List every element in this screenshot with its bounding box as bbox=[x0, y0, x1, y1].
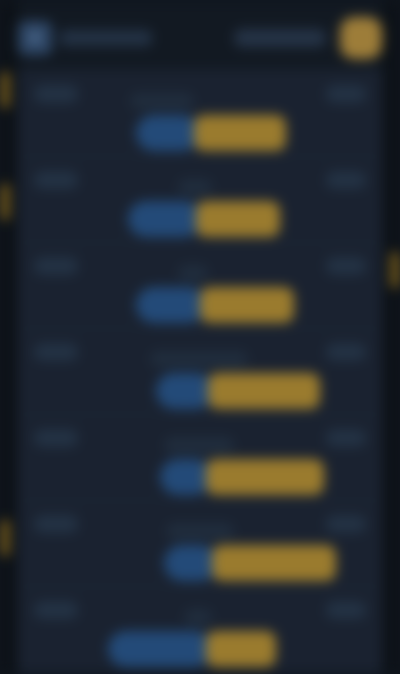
list-row[interactable] bbox=[18, 242, 382, 329]
left-accent-3 bbox=[0, 520, 10, 556]
list-row[interactable] bbox=[18, 414, 382, 501]
blue-pill[interactable] bbox=[108, 631, 212, 667]
blue-pill[interactable] bbox=[128, 201, 202, 237]
row-left-label bbox=[34, 343, 78, 361]
list-row[interactable] bbox=[18, 70, 382, 157]
pill-pair bbox=[136, 285, 294, 325]
row-left-label bbox=[34, 85, 78, 103]
gold-pill[interactable] bbox=[206, 459, 324, 495]
avatar[interactable] bbox=[340, 17, 382, 59]
row-title bbox=[130, 93, 194, 109]
list-row[interactable] bbox=[18, 500, 382, 587]
blue-pill[interactable] bbox=[136, 287, 206, 323]
left-accent-1 bbox=[0, 72, 10, 108]
row-left-label bbox=[34, 171, 78, 189]
row-left-label bbox=[34, 601, 78, 619]
blue-pill[interactable] bbox=[156, 373, 214, 409]
list-row[interactable] bbox=[18, 156, 382, 243]
row-title bbox=[150, 351, 248, 367]
row-right-label bbox=[326, 257, 366, 275]
blue-pill[interactable] bbox=[164, 545, 218, 581]
gold-pill[interactable] bbox=[196, 201, 280, 237]
row-title bbox=[178, 179, 212, 195]
row-title bbox=[166, 523, 234, 539]
row-right-label bbox=[326, 429, 366, 447]
pill-pair bbox=[128, 199, 280, 239]
gold-pill[interactable] bbox=[200, 287, 294, 323]
app-icon[interactable]: ● bbox=[18, 21, 52, 55]
row-title bbox=[184, 609, 212, 625]
header-pill[interactable] bbox=[234, 29, 326, 47]
gold-pill[interactable] bbox=[208, 373, 320, 409]
right-edge bbox=[382, 0, 400, 674]
row-right-label bbox=[326, 343, 366, 361]
row-right-label bbox=[326, 85, 366, 103]
left-accent-2 bbox=[0, 184, 10, 220]
screen: ● bbox=[0, 0, 400, 674]
brand-area: ● bbox=[18, 21, 152, 55]
row-right-label bbox=[326, 601, 366, 619]
blue-pill[interactable] bbox=[160, 459, 212, 495]
pill-pair bbox=[160, 457, 324, 497]
brand-label bbox=[60, 30, 152, 46]
row-right-label bbox=[326, 171, 366, 189]
pill-pair bbox=[156, 371, 320, 411]
header-tools bbox=[234, 17, 382, 59]
row-right-label bbox=[326, 515, 366, 533]
row-title bbox=[178, 265, 208, 281]
list-row[interactable] bbox=[18, 586, 382, 673]
top-bar: ● bbox=[18, 10, 382, 66]
blue-pill[interactable] bbox=[136, 115, 200, 151]
gold-pill[interactable] bbox=[194, 115, 286, 151]
pill-pair bbox=[136, 113, 286, 153]
list-row[interactable] bbox=[18, 328, 382, 415]
gold-pill[interactable] bbox=[206, 631, 276, 667]
row-left-label bbox=[34, 515, 78, 533]
row-left-label bbox=[34, 429, 78, 447]
main-panel bbox=[18, 70, 382, 674]
gold-pill[interactable] bbox=[212, 545, 336, 581]
row-left-label bbox=[34, 257, 78, 275]
pill-pair bbox=[108, 629, 276, 669]
right-accent-1 bbox=[390, 252, 400, 288]
row-title bbox=[164, 437, 234, 453]
pill-pair bbox=[164, 543, 336, 583]
